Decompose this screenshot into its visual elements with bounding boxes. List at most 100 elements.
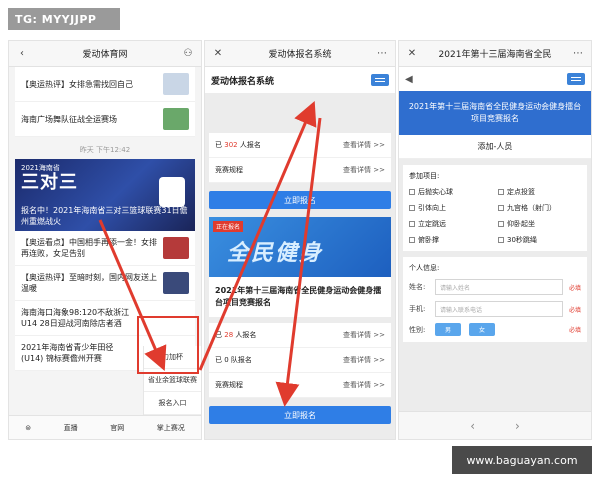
checkbox-icon[interactable] <box>498 189 504 195</box>
checkbox-icon[interactable] <box>498 237 504 243</box>
section-title: 个人信息: <box>409 264 440 272</box>
checkbox-icon[interactable] <box>498 221 504 227</box>
sex-field: 性别: 男 女 必填 <box>409 323 581 336</box>
event-checkbox[interactable]: 九宫格（射门） <box>498 203 581 213</box>
form-header: 2021年第十三届海南省全民健身运动会健身擂台项目竞赛报名 <box>399 91 591 135</box>
name-field: 姓名: 请输入姓名 必填 <box>409 279 581 295</box>
event-poster: 正在报名 全民健身 <box>209 217 391 277</box>
news-item[interactable]: 【奥运热评】至暗时刻，国内网友送上温暖 <box>15 266 195 301</box>
checkbox-label: 定点投篮 <box>507 188 535 196</box>
details-link[interactable]: 查看详情 >> <box>343 355 385 365</box>
system-title: 爱动体报名系统 <box>211 76 275 87</box>
required-mark: 必填 <box>568 306 581 314</box>
checkbox-label: 后抛实心球 <box>418 188 453 196</box>
signup-count: 已 28 人报名 <box>215 331 257 339</box>
details-link[interactable]: 查看详情 >> <box>343 380 385 390</box>
phone-screen-add-person: ✕ 2021年第十三届海南省全民 ⋯ ◀ 2021年第十三届海南省全民健身运动会… <box>398 40 592 440</box>
team-count-row[interactable]: 已 0 队报名 查看详情 >> <box>209 348 391 373</box>
event-checkbox[interactable]: 俯卧撑 <box>409 235 492 245</box>
menu-official[interactable]: 官网 <box>110 423 124 433</box>
subheader: ◀ <box>399 67 591 91</box>
checkbox-icon[interactable] <box>498 205 504 211</box>
watermark-tag: TG: MYYJJPP <box>8 8 120 30</box>
form-subtitle: 添加-人员 <box>399 135 591 159</box>
back-nav-icon[interactable]: ‹ <box>470 419 475 433</box>
news-thumbnail <box>163 272 189 294</box>
checkbox-icon[interactable] <box>409 205 415 211</box>
profile-icon[interactable]: ⚇ <box>181 48 195 59</box>
more-icon[interactable]: ⋯ <box>375 48 389 59</box>
system-header: 爱动体报名系统 <box>205 67 395 93</box>
more-icon[interactable]: ⋯ <box>571 48 585 59</box>
checkbox-icon[interactable] <box>409 189 415 195</box>
event-checkbox[interactable]: 仰卧起坐 <box>498 219 581 229</box>
highlight-box <box>137 316 199 374</box>
event-checkbox[interactable]: 定点投篮 <box>498 187 581 197</box>
news-thumbnail <box>163 237 189 259</box>
signup-button[interactable]: 立即报名 <box>209 406 391 424</box>
phone-screen-news: ‹ 爱动体育网 ⚇ 【奥运热评】女排急需找回自己 海南广场舞队征战全运赛场 昨天… <box>8 40 202 440</box>
sex-female-button[interactable]: 女 <box>469 323 496 336</box>
phone-screen-signup-system: ✕ 爱动体报名系统 ⋯ 爱动体报名系统 已 302 人报名 查看详情 >> 竞赛… <box>204 40 396 440</box>
news-title: 【奥运看点】中国相手再添一金！女排再连败，女足告别 <box>21 238 157 258</box>
details-link[interactable]: 查看详情 >> <box>343 165 385 175</box>
event-checkbox[interactable]: 后抛实心球 <box>409 187 492 197</box>
event-checkbox[interactable]: 30秒跳绳 <box>498 235 581 245</box>
sex-male-button[interactable]: 男 <box>435 323 462 336</box>
site-watermark: www.baguayan.com <box>452 446 592 474</box>
page-title: 爱动体育网 <box>82 50 128 60</box>
top-bar: ✕ 2021年第十三届海南省全民 ⋯ <box>399 41 591 67</box>
checkbox-label: 仰卧起坐 <box>507 220 535 228</box>
news-title: 海南海口海象98:120不敌浙江 U14 28日迎战河南除店者酒 <box>21 308 130 328</box>
event-checkbox[interactable]: 立定跳远 <box>409 219 492 229</box>
required-mark: 必填 <box>568 327 581 334</box>
league-banner[interactable]: 2021海南省 三对三 报名中！2021年海南省三对三篮球联赛31日儋州重燃战火 <box>15 159 195 231</box>
close-icon[interactable]: ✕ <box>405 48 419 59</box>
details-link[interactable]: 查看详情 >> <box>343 330 385 340</box>
event-checkbox[interactable]: 引体向上 <box>409 203 492 213</box>
signup-count-row[interactable]: 已 302 人报名 查看详情 >> <box>209 133 391 158</box>
forward-nav-icon[interactable]: › <box>515 419 520 433</box>
menu-live[interactable]: 直播 <box>64 423 78 433</box>
back-icon[interactable]: ‹ <box>15 48 29 59</box>
section-title: 参加项目: <box>409 172 440 180</box>
menu-scores[interactable]: 掌上赛况 <box>157 423 185 433</box>
top-bar: ‹ 爱动体育网 ⚇ <box>9 41 201 67</box>
signup-button[interactable]: 立即报名 <box>209 191 391 209</box>
checkbox-label: 30秒跳绳 <box>507 236 537 244</box>
event-checkbox-grid: 后抛实心球 定点投篮引体向上 九宫格（射门） 立定跳远 仰卧起坐俯卧撑 30秒跳绳 <box>409 187 581 245</box>
phone-input[interactable]: 请输入联系电话 <box>435 301 563 317</box>
news-item[interactable]: 海南广场舞队征战全运赛场 <box>15 102 195 137</box>
keyboard-icon[interactable]: ⊜ <box>25 424 31 432</box>
poster-art-text: 全民健身 <box>227 241 324 266</box>
field-label: 手机: <box>409 305 426 313</box>
close-icon[interactable]: ✕ <box>211 48 225 59</box>
field-label: 性别: <box>409 325 426 334</box>
rules-row[interactable]: 竞赛规程 查看详情 >> <box>209 158 391 183</box>
news-title: 【奥运热评】至暗时刻，国内网友送上温暖 <box>21 273 157 293</box>
checkbox-label: 俯卧撑 <box>418 236 439 244</box>
checkbox-icon[interactable] <box>409 221 415 227</box>
timestamp: 昨天 下午12:42 <box>79 146 131 154</box>
status-badge: 正在报名 <box>213 221 244 232</box>
rules-row[interactable]: 竞赛规程 查看详情 >> <box>209 373 391 398</box>
field-label: 姓名: <box>409 283 426 291</box>
menu-icon[interactable] <box>371 74 389 86</box>
back-arrow-icon[interactable]: ◀ <box>405 74 413 85</box>
event-selection: 参加项目: 后抛实心球 定点投篮引体向上 九宫格（射门） 立定跳远 仰卧起坐俯卧撑 30秒… <box>403 165 587 251</box>
signup-count-row[interactable]: 已 28 人报名 查看详情 >> <box>209 323 391 348</box>
bottom-menu-bar: ⊜ 直播 官网 掌上赛况 <box>9 415 201 439</box>
menu-icon[interactable] <box>567 73 585 85</box>
browser-nav-bar: ‹ › <box>399 411 591 439</box>
signup-count: 已 302 人报名 <box>215 141 261 149</box>
name-input[interactable]: 请输入姓名 <box>435 279 563 295</box>
page-title: 2021年第十三届海南省全民 <box>438 50 552 60</box>
details-link[interactable]: 查看详情 >> <box>343 140 385 150</box>
news-title: 2021年海南省青少年田径 (U14) 锦标赛儋州开赛 <box>21 343 114 363</box>
news-item[interactable]: 【奥运看点】中国相手再添一金！女排再连败，女足告别 <box>15 231 195 266</box>
menu-item-signup[interactable]: 报名入口 <box>144 392 201 415</box>
checkbox-icon[interactable] <box>409 237 415 243</box>
event-title: 2021年第十三届海南省全民健身运动会健身擂台项目竞赛报名 <box>209 277 391 317</box>
news-item[interactable]: 【奥运热评】女排急需找回自己 <box>15 67 195 102</box>
news-thumbnail <box>163 108 189 130</box>
